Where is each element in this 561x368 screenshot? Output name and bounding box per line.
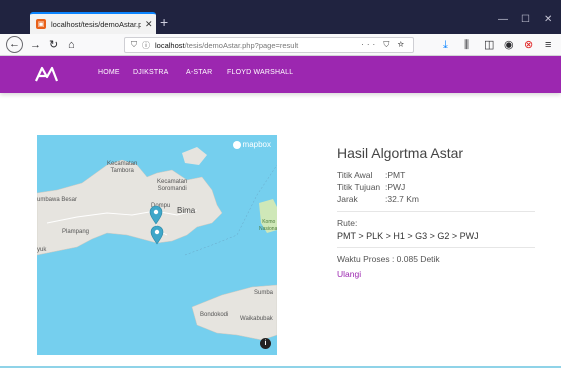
back-icon[interactable]: ←: [6, 36, 23, 53]
jarak-value: :32.7 Km: [385, 194, 420, 204]
forward-icon[interactable]: →: [30, 38, 41, 52]
mapbox-icon: [232, 140, 241, 149]
map-pin-start-icon[interactable]: [149, 205, 163, 225]
sidebar-icon[interactable]: ◫: [484, 38, 494, 52]
result-title: Hasil Algortma Astar: [337, 145, 464, 161]
titik-awal-row: Titik Awal :PMT: [337, 170, 406, 180]
reload-icon[interactable]: ↻: [49, 38, 58, 52]
ulangi-link[interactable]: Ulangi: [337, 269, 361, 279]
map-label-waikabubak: Waikabubak: [240, 316, 273, 322]
rute-value: PMT > PLK > H1 > G3 > G2 > PWJ: [337, 231, 479, 241]
library-icon[interactable]: ⫼: [464, 38, 469, 52]
map-label-bondokodi: Bondokodi: [200, 312, 229, 318]
account-icon[interactable]: ◉: [504, 38, 514, 52]
divider: [337, 211, 535, 212]
url-text[interactable]: localhost/tesis/demoAstar.php?page=resul…: [155, 41, 298, 50]
download-icon[interactable]: ⤓: [443, 38, 448, 52]
map-label-bima: Bima: [177, 206, 196, 215]
site-header: HOME DJIKSTRA A-STAR FLOYD WARSHALL: [0, 56, 561, 93]
titik-awal-value: :PMT: [385, 170, 406, 180]
map-label-soromandi: Kecamatan Soromandi: [157, 179, 188, 192]
jarak-row: Jarak :32.7 Km: [337, 194, 420, 204]
result-panel: Hasil Algortma Astar Titik Awal :PMT Tit…: [337, 145, 537, 282]
map-label-tambora: Kecamatan Tambora: [107, 161, 138, 174]
maximize-icon[interactable]: ☐: [521, 14, 530, 25]
map-label-komodo: Komo Nasional: [259, 219, 277, 232]
close-window-icon[interactable]: ✕: [544, 14, 552, 25]
home-icon[interactable]: ⌂: [68, 38, 75, 52]
map-label-sumba: Sumba: [254, 290, 274, 296]
map-info-icon[interactable]: i: [260, 338, 271, 349]
tab-close-icon[interactable]: ✕: [145, 19, 153, 30]
adblock-icon[interactable]: ⊗: [524, 38, 533, 52]
rute-label: Rute:: [337, 218, 358, 228]
waktu-proses: Waktu Proses : 0.085 Detik: [337, 254, 440, 264]
divider: [337, 247, 535, 248]
new-tab-button[interactable]: +: [160, 14, 168, 30]
nav-astar[interactable]: A-STAR: [186, 69, 212, 76]
titik-tujuan-value: :PWJ: [385, 182, 406, 192]
nav-djikstra[interactable]: DJIKSTRA: [133, 69, 168, 76]
logo-icon[interactable]: [34, 65, 62, 83]
map[interactable]: Kecamatan Tambora Kecamatan Soromandi umba…: [37, 135, 277, 355]
map-pin-end-icon[interactable]: [150, 225, 164, 245]
map-label-plampang: Plampang: [62, 229, 90, 235]
browser-toolbar: ← → ↻ ⌂ ⛉ ⓘ localhost/tesis/demoAstar.ph…: [0, 34, 561, 56]
menu-icon[interactable]: ≡: [545, 38, 551, 52]
browser-titlebar: ▣ localhost/tesis/demoAstar.php ✕ + — ☐ …: [0, 0, 561, 34]
url-bar[interactable]: ⛉ ⓘ localhost/tesis/demoAstar.php?page=r…: [124, 37, 414, 53]
titik-tujuan-row: Titik Tujuan :PWJ: [337, 182, 406, 192]
nav-home[interactable]: HOME: [98, 69, 120, 76]
url-actions[interactable]: ··· ⛉ ☆: [361, 40, 407, 50]
browser-tab[interactable]: ▣ localhost/tesis/demoAstar.php ✕: [30, 12, 156, 34]
nav-floyd-warshall[interactable]: FLOYD WARSHALL: [227, 69, 293, 76]
mapbox-logo[interactable]: mapbox: [232, 140, 271, 149]
shield-icon[interactable]: ⛉: [131, 40, 137, 50]
minimize-icon[interactable]: —: [498, 14, 508, 25]
tab-title: localhost/tesis/demoAstar.php: [51, 19, 141, 29]
map-label-nyuk: yuk: [37, 247, 47, 253]
favicon-icon: ▣: [36, 19, 46, 29]
map-label-sumbawa-besar: umbawa Besar: [37, 197, 78, 203]
info-icon[interactable]: ⓘ: [142, 40, 150, 51]
